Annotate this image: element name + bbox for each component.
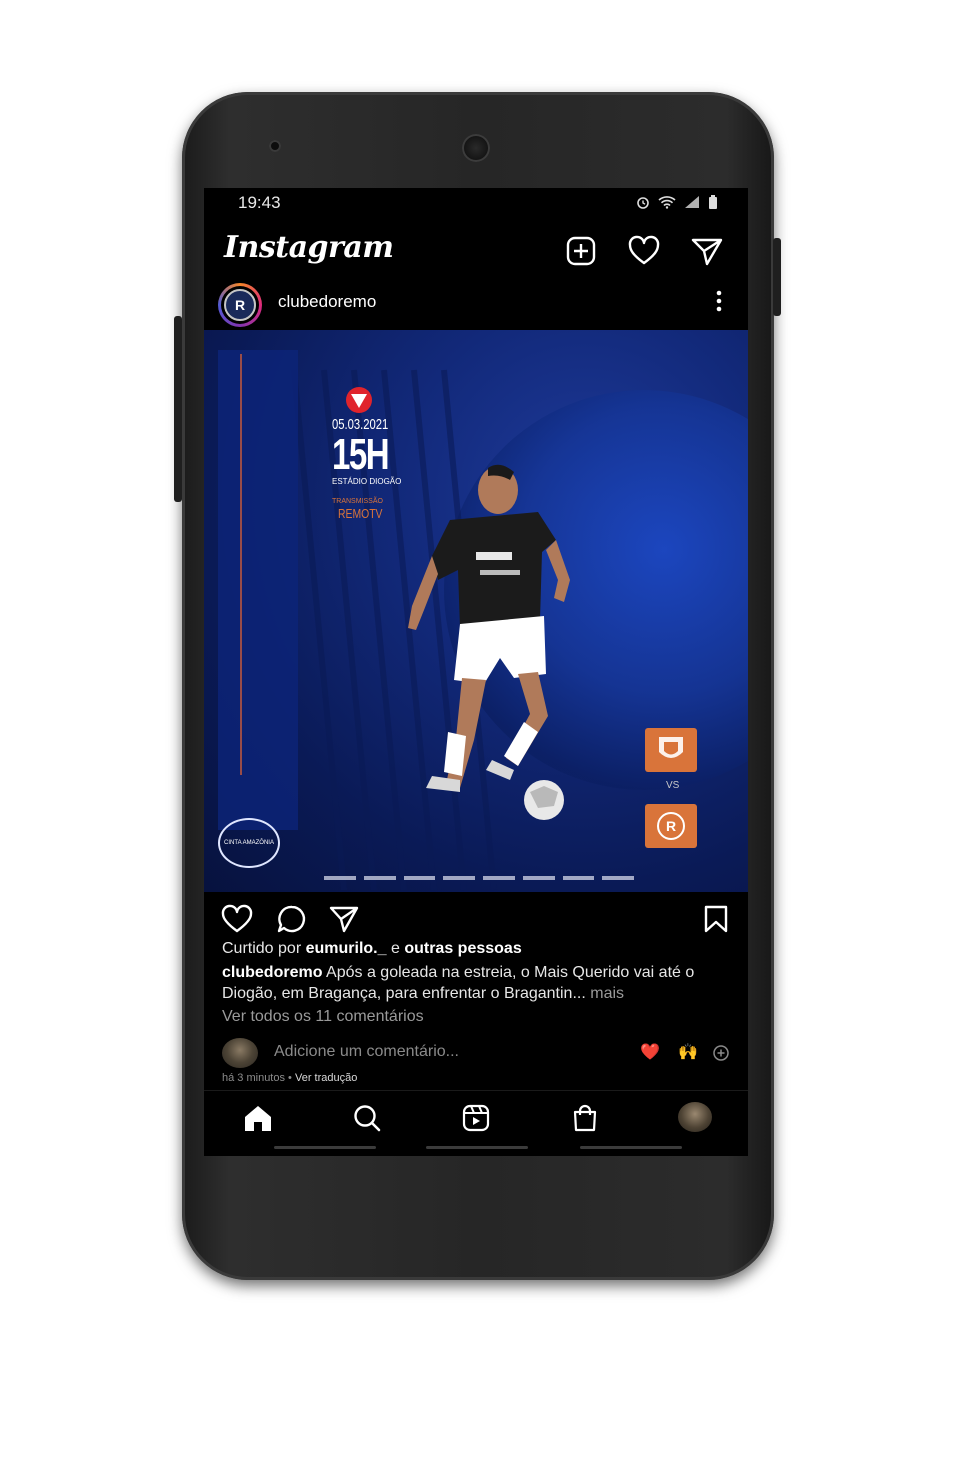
post-username[interactable]: clubedoremo [278,292,376,312]
wifi-icon [658,195,676,209]
app-top-bar: Instagram [204,222,748,278]
liked-by-user[interactable]: eumurilo._ [306,940,387,957]
system-gesture-bar [204,1146,748,1152]
search-icon[interactable] [352,1103,382,1133]
view-comments-link[interactable]: Ver todos os 11 comentários [222,1008,424,1026]
broadcast-label: TRANSMISSÃO [332,498,383,505]
power-button [773,238,781,316]
home-icon[interactable] [242,1103,272,1133]
reels-icon[interactable] [461,1103,491,1133]
instagram-logo[interactable]: Instagram [224,230,394,265]
save-icon[interactable] [702,904,730,934]
broadcast-channel: REMOTV [338,506,383,521]
user-avatar [222,1038,258,1068]
post-caption: clubedoremo Após a goleada na estreia, o… [222,964,695,1002]
remo-crest-icon: R [224,289,256,321]
new-post-icon[interactable] [564,234,598,268]
see-translation-link[interactable]: Ver tradução [295,1072,357,1084]
alarm-icon [636,195,650,209]
status-bar: 19:43 [204,188,748,218]
front-camera [269,140,281,152]
liked-by-text: Curtido por eumurilo._ e outras pessoas [222,940,522,957]
like-icon[interactable] [220,904,254,934]
signal-icon [684,195,700,209]
caption-more-link[interactable]: mais [590,985,624,1002]
share-icon[interactable] [328,904,360,934]
opponent-crest-icon [645,728,697,772]
raised-hands-emoji-button[interactable]: 🙌 [678,1042,698,1062]
add-comment-row: Adicione um comentário... ❤️ 🙌 [204,1036,748,1070]
battery-icon [708,195,718,209]
versus-label: VS [666,780,680,791]
volume-button [174,316,182,502]
add-emoji-icon[interactable] [712,1044,730,1062]
comment-input[interactable]: Adicione um comentário... [274,1043,459,1061]
post-author-avatar[interactable]: R [218,283,262,327]
screen: 19:43 Instagram R clubedoremo 05.03.2021… [204,188,748,1156]
liked-by-others[interactable]: outras pessoas [404,940,521,957]
earpiece-speaker [462,134,490,162]
remo-crest-icon: R [645,804,697,848]
heart-icon[interactable] [627,234,661,268]
heart-emoji-button[interactable]: ❤️ [640,1042,660,1062]
post-image[interactable]: 05.03.2021 15H ESTÁDIO DIOGÃO TRANSMISSÃ… [204,330,748,892]
profile-avatar[interactable] [678,1102,712,1132]
shop-icon[interactable] [570,1103,600,1133]
sponsor-strip [324,876,634,882]
post-timestamp: há 3 minutos • Ver tradução [222,1072,358,1084]
direct-message-icon[interactable] [690,234,724,268]
cinta-amazonia-badge: CINTA AMAZÔNIA [218,818,280,868]
caption-username[interactable]: clubedoremo [222,964,322,981]
match-time: 15H [332,430,390,479]
post-actions [204,900,748,940]
status-time: 19:43 [238,193,281,212]
post-header: R clubedoremo [204,280,748,327]
svg-text:R: R [666,818,676,834]
more-options-icon[interactable] [714,288,724,314]
comment-icon[interactable] [276,904,308,934]
bottom-navigation [204,1090,748,1143]
player-figure [408,464,570,820]
